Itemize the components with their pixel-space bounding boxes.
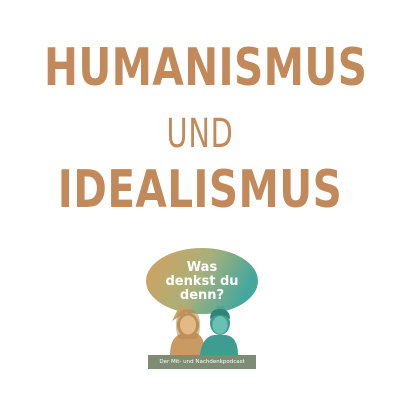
bubble-line-3: denn? [179, 288, 225, 303]
title-line-idealismus: IDEALISMUS [57, 160, 343, 220]
bubble-text: Was denkst du denn? [150, 261, 254, 303]
podcast-logo: Was denkst du denn? Der Mit- und Nachden… [140, 245, 264, 380]
podcast-cover: HUMANISMUS UND IDEALISMUS Was denkst du … [0, 0, 400, 400]
bubble-line-2: denkst du [165, 274, 239, 289]
title-line-humanismus: HUMANISMUS [44, 38, 368, 98]
podcast-tagline: Der Mit- und Nachdenkpodcast [148, 355, 256, 369]
man-avatar-icon [200, 309, 238, 355]
bubble-line-1: Was [186, 260, 218, 275]
title-line-und: UND [166, 111, 234, 157]
